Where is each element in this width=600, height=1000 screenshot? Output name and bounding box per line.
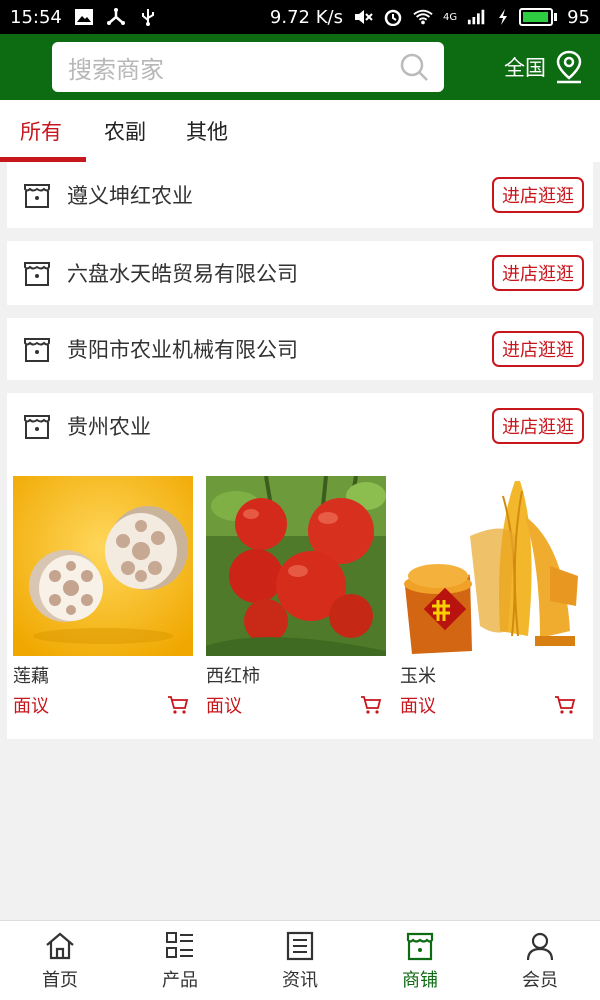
cart-icon[interactable] <box>554 695 576 715</box>
enter-shop-button[interactable]: 进店逛逛 <box>492 177 584 213</box>
usb-share-icon <box>106 8 125 25</box>
tab-all[interactable]: 所有 <box>0 100 86 162</box>
wifi-icon <box>413 9 433 25</box>
enter-shop-button[interactable]: 进店逛逛 <box>492 255 584 291</box>
nav-home[interactable]: 首页 <box>0 921 120 1000</box>
signal-icon <box>468 9 485 25</box>
top-header: 搜索商家 全国 <box>0 34 600 100</box>
battery-percent: 95 <box>567 6 590 28</box>
shop-row[interactable]: 贵阳市农业机械有限公司 进店逛逛 <box>7 318 593 380</box>
search-icon[interactable] <box>398 51 430 83</box>
product-card[interactable]: 西红柿 面议 <box>206 476 386 718</box>
search-placeholder[interactable]: 搜索商家 <box>68 50 398 85</box>
search-box[interactable]: 搜索商家 <box>52 42 444 92</box>
network-speed: 9.72 K/s <box>269 6 343 28</box>
region-selector[interactable]: 全国 <box>504 50 584 84</box>
usb-icon <box>141 9 154 26</box>
product-image-corn[interactable] <box>400 476 580 656</box>
store-icon <box>24 415 50 439</box>
battery-icon <box>519 8 558 26</box>
enter-shop-button[interactable]: 进店逛逛 <box>492 408 584 444</box>
store-icon <box>24 262 50 286</box>
tab-agriculture[interactable]: 农副 <box>84 100 166 162</box>
clock: 15:54 <box>10 6 62 28</box>
bottom-navigation: 首页 产品 资讯 商铺 会员 <box>0 920 600 1000</box>
shop-name[interactable]: 贵州农业 <box>67 411 492 441</box>
category-tabs: 所有 农副 其他 <box>0 100 600 162</box>
cart-icon[interactable] <box>360 695 382 715</box>
charging-icon <box>499 9 508 25</box>
user-icon[interactable] <box>524 930 556 962</box>
product-card[interactable]: 玉米 面议 <box>400 476 580 718</box>
nav-member-label[interactable]: 会员 <box>522 966 558 992</box>
enter-shop-button[interactable]: 进店逛逛 <box>492 331 584 367</box>
status-bar: 15:54 9.72 K/s 4G 95 <box>0 0 600 34</box>
product-grid: 莲藕 面议 西红柿 面议 玉米 面议 <box>7 459 593 739</box>
shop-row[interactable]: 贵州农业 进店逛逛 <box>7 393 593 459</box>
product-name[interactable]: 西红柿 <box>206 662 386 688</box>
mute-icon <box>354 10 373 24</box>
nav-products[interactable]: 产品 <box>120 921 240 1000</box>
product-name[interactable]: 莲藕 <box>13 662 193 688</box>
nav-news[interactable]: 资讯 <box>240 921 360 1000</box>
tab-other[interactable]: 其他 <box>166 100 248 162</box>
nav-member[interactable]: 会员 <box>480 921 600 1000</box>
alarm-icon <box>384 9 402 26</box>
region-label[interactable]: 全国 <box>504 52 546 82</box>
image-icon <box>74 9 93 25</box>
store-icon <box>24 184 50 208</box>
nav-home-label[interactable]: 首页 <box>42 966 78 992</box>
nav-stores-label[interactable]: 商铺 <box>402 966 438 992</box>
shop-name[interactable]: 遵义坤红农业 <box>67 180 492 210</box>
product-card[interactable]: 莲藕 面议 <box>13 476 193 718</box>
home-icon[interactable] <box>44 930 76 962</box>
location-pin-icon[interactable] <box>554 50 584 84</box>
cart-icon[interactable] <box>167 695 189 715</box>
news-icon[interactable] <box>284 930 316 962</box>
shop-row[interactable]: 六盘水天皓贸易有限公司 进店逛逛 <box>7 241 593 305</box>
nav-products-label[interactable]: 产品 <box>162 966 198 992</box>
product-price: 面议 <box>13 696 49 717</box>
product-name[interactable]: 玉米 <box>400 662 580 688</box>
shop-name[interactable]: 贵阳市农业机械有限公司 <box>67 334 492 364</box>
store-icon[interactable] <box>404 930 436 962</box>
product-price: 面议 <box>400 696 436 717</box>
shop-row[interactable]: 遵义坤红农业 进店逛逛 <box>7 162 593 228</box>
store-icon <box>24 338 50 362</box>
product-image-tomato[interactable] <box>206 476 386 656</box>
nav-stores[interactable]: 商铺 <box>360 921 480 1000</box>
nav-news-label[interactable]: 资讯 <box>282 966 318 992</box>
product-price: 面议 <box>206 696 242 717</box>
shop-name[interactable]: 六盘水天皓贸易有限公司 <box>67 258 492 288</box>
product-image-lotus-root[interactable] <box>13 476 193 656</box>
list-icon[interactable] <box>164 930 196 962</box>
network-type: 4G <box>442 11 458 23</box>
